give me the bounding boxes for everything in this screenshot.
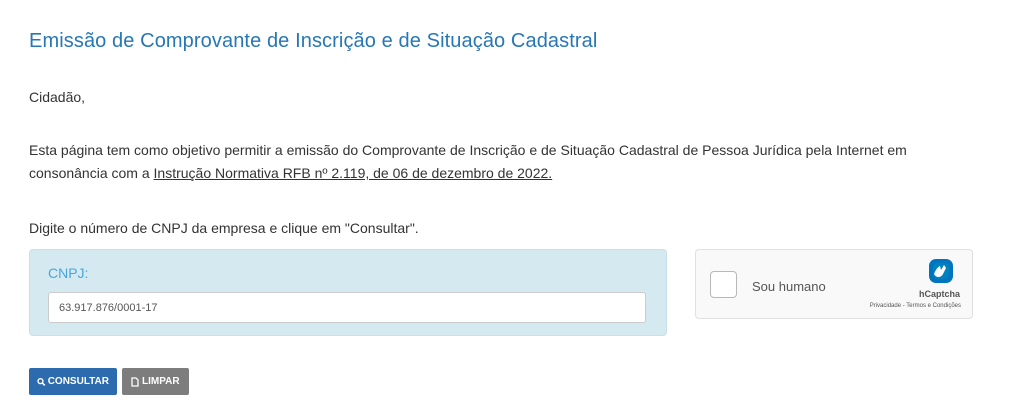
page-title: Emissão de Comprovante de Inscrição e de… bbox=[29, 30, 598, 52]
normative-instruction-link[interactable]: Instrução Normativa RFB nº 2.119, de 06 … bbox=[154, 165, 553, 181]
captcha-brand: hCaptcha bbox=[918, 289, 960, 299]
hcaptcha-logo-icon bbox=[929, 259, 953, 283]
limpar-button[interactable]: LIMPAR bbox=[122, 368, 189, 395]
document-icon bbox=[131, 376, 139, 387]
captcha-privacy-link[interactable]: Privacidade bbox=[870, 303, 901, 309]
captcha-terms-link[interactable]: Termos e Condições bbox=[906, 303, 961, 309]
hcaptcha-widget: Sou humano hCaptcha Privacidade - Termos… bbox=[695, 249, 973, 319]
limpar-label: LIMPAR bbox=[142, 376, 180, 387]
cnpj-input[interactable] bbox=[48, 292, 646, 323]
cnpj-label: CNPJ: bbox=[48, 265, 89, 281]
search-icon bbox=[37, 377, 46, 386]
captcha-links: Privacidade - Termos e Condições bbox=[870, 303, 961, 309]
captcha-label: Sou humano bbox=[752, 279, 826, 294]
intro-paragraph: Esta página tem como objetivo permitir a… bbox=[29, 139, 979, 185]
instruction-text: Digite o número de CNPJ da empresa e cli… bbox=[29, 220, 419, 236]
consultar-label: CONSULTAR bbox=[47, 376, 109, 387]
cnpj-panel: CNPJ: bbox=[29, 249, 667, 336]
captcha-checkbox[interactable] bbox=[710, 271, 737, 298]
consultar-button[interactable]: CONSULTAR bbox=[29, 368, 117, 395]
greeting-text: Cidadão, bbox=[29, 89, 86, 105]
